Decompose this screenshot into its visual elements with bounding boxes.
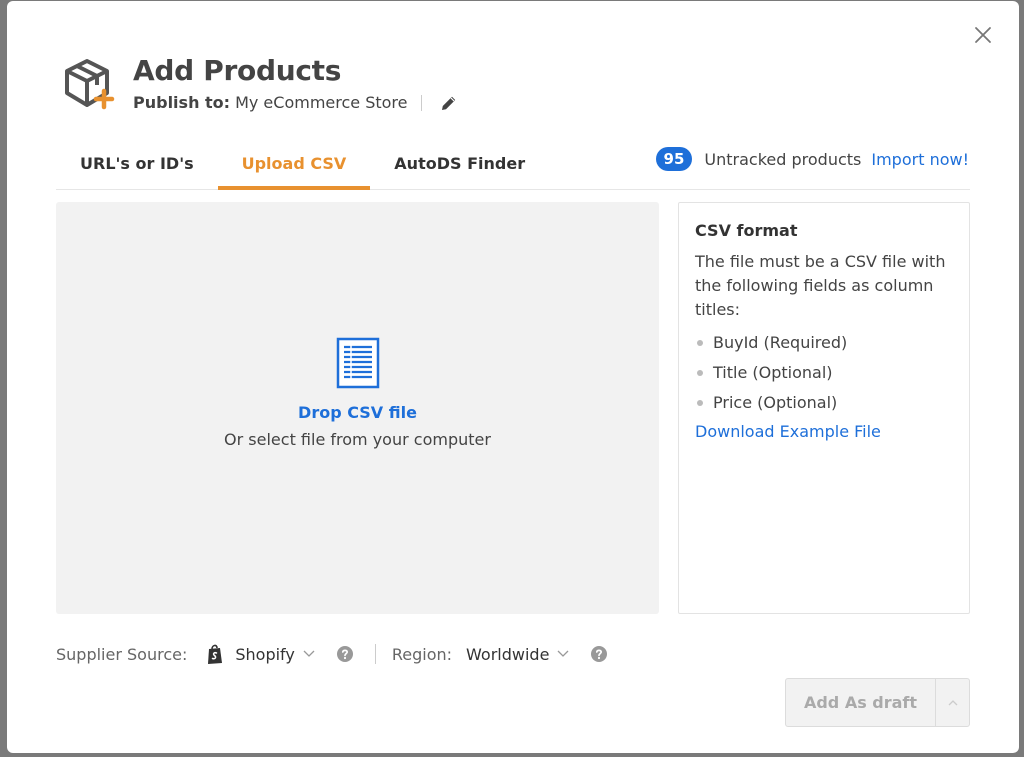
separator	[421, 94, 423, 111]
list-item: Title (Optional)	[695, 358, 953, 388]
csv-format-panel: CSV format The file must be a CSV file w…	[678, 202, 970, 614]
supplier-source-select[interactable]: Shopify	[205, 643, 315, 665]
add-as-draft-button[interactable]: Add As draft	[786, 679, 935, 726]
import-now-link[interactable]: Import now!	[871, 150, 969, 169]
modal-header: Add Products Publish to: My eCommerce St…	[61, 53, 458, 112]
chevron-up-icon	[948, 700, 957, 706]
csv-format-description: The file must be a CSV file with the fol…	[695, 252, 946, 319]
region-select[interactable]: Worldwide	[466, 645, 569, 664]
close-icon[interactable]	[973, 25, 993, 45]
publish-row: Publish to: My eCommerce Store	[133, 93, 458, 112]
list-item: BuyId (Required)	[695, 328, 953, 358]
supplier-source-label: Supplier Source:	[56, 644, 188, 664]
tab-autods-finder[interactable]: AutoDS Finder	[370, 137, 549, 190]
list-item: Price (Optional)	[695, 388, 953, 418]
publish-label: Publish to:	[133, 93, 231, 112]
region-label: Region:	[391, 644, 453, 664]
csv-dropzone[interactable]: Drop CSV file Or select file from your c…	[56, 202, 659, 614]
add-options-toggle[interactable]	[935, 679, 969, 726]
untracked-count-badge: 95	[655, 147, 693, 171]
drop-csv-subtitle: Or select file from your computer	[224, 430, 491, 449]
drop-csv-title: Drop CSV file	[298, 403, 417, 422]
untracked-products: 95 Untracked products Import now!	[655, 147, 969, 171]
store-name: My eCommerce Store	[235, 93, 408, 112]
page-title: Add Products	[133, 54, 342, 87]
add-as-draft-button-group: Add As draft	[785, 678, 970, 727]
shopify-icon	[208, 644, 223, 664]
add-products-modal: Add Products Publish to: My eCommerce St…	[7, 1, 1019, 753]
divider	[374, 644, 376, 664]
chevron-down-icon	[303, 650, 315, 657]
pencil-icon[interactable]	[440, 94, 458, 112]
chevron-down-icon	[557, 650, 569, 657]
help-icon[interactable]	[591, 646, 608, 662]
csv-format-title: CSV format	[695, 221, 798, 240]
source-settings-row: Supplier Source: Shopify Region: Worldwi…	[56, 643, 608, 665]
tab-urls-ids[interactable]: URL's or ID's	[56, 137, 218, 190]
help-icon[interactable]	[336, 646, 353, 662]
untracked-text: Untracked products	[704, 149, 862, 169]
csv-file-icon	[336, 337, 379, 389]
box-add-icon	[65, 59, 115, 110]
supplier-source-value: Shopify	[235, 644, 295, 664]
csv-fields-list: BuyId (Required) Title (Optional) Price …	[695, 328, 953, 418]
region-value: Worldwide	[466, 644, 550, 664]
download-example-link[interactable]: Download Example File	[695, 422, 881, 441]
tab-upload-csv[interactable]: Upload CSV	[217, 137, 371, 190]
